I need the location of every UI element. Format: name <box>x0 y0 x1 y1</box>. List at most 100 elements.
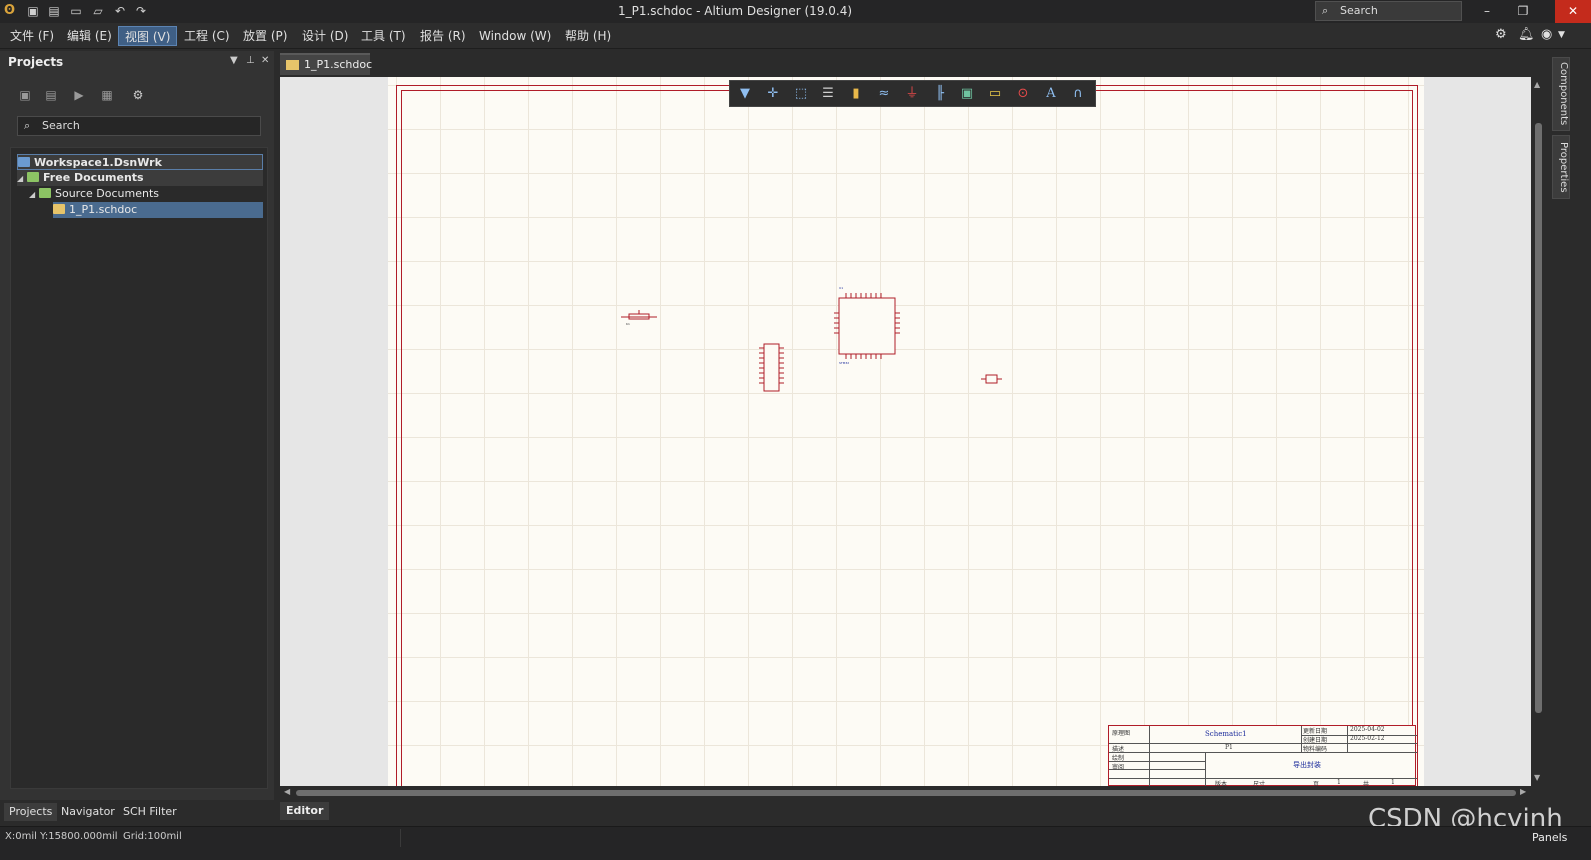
title-block-label-desc: 描述 <box>1112 746 1125 753</box>
sheet-symbol-icon[interactable]: ▣ <box>958 85 976 103</box>
tab-projects[interactable]: Projects <box>4 803 58 821</box>
select-rect-icon[interactable]: ⬚ <box>792 85 810 103</box>
compile-icon[interactable]: ▶ <box>71 88 87 104</box>
window-title: 1_P1.schdoc - Altium Designer (19.0.4) <box>617 4 853 18</box>
arc-icon[interactable]: ∩ <box>1069 85 1087 103</box>
title-block-label-review: 审阅 <box>1112 764 1125 771</box>
horizontal-scrollbar[interactable]: ◀ ▶ <box>280 786 1531 800</box>
status-separator <box>400 829 401 847</box>
panels-button[interactable]: Panels <box>1532 831 1567 844</box>
title-block-sheet: P1 <box>1225 744 1233 751</box>
menu-help[interactable]: 帮助 (H) <box>559 26 617 46</box>
panel-close-icon[interactable]: ✕ <box>261 55 269 66</box>
title-block-label-size: 尺寸 <box>1253 781 1266 786</box>
title-block-label-drawn: 绘制 <box>1112 755 1125 762</box>
settings-gear-icon[interactable]: ⚙ <box>1495 27 1507 42</box>
workspace-label: Workspace1.DsnWrk <box>34 156 162 169</box>
account-dropdown-icon[interactable]: ▼ <box>1558 30 1565 40</box>
source-documents-label: Source Documents <box>55 187 159 200</box>
title-bar: ʘ ▣ ▤ ▭ ▱ ↶ ↷ 1_P1.schdoc - Altium Desig… <box>0 0 1591 23</box>
vertical-scroll-thumb[interactable] <box>1535 123 1542 713</box>
scroll-up-icon[interactable]: ▲ <box>1534 80 1540 89</box>
title-block-label-version: 版本 <box>1215 781 1228 786</box>
status-bar: X:0mil Y:15800.000mil Grid:100mil <box>0 826 1591 860</box>
text-icon[interactable]: A <box>1042 85 1060 103</box>
title-block-label-page: 页 <box>1313 781 1320 786</box>
panel-tabs: Projects Navigator SCH Filter <box>0 803 274 823</box>
component-ic-soic[interactable] <box>759 343 784 392</box>
tree-item-free-documents[interactable]: ◢ Free Documents <box>17 170 263 186</box>
scroll-down-icon[interactable]: ▼ <box>1534 773 1540 782</box>
tab-components[interactable]: Components <box>1552 57 1570 131</box>
filter-icon[interactable]: ▼ <box>736 85 754 103</box>
project-search-input[interactable]: ⌕ Search <box>17 116 261 136</box>
pin-icon[interactable]: ⊥ <box>246 55 255 66</box>
wire-icon[interactable]: ≈ <box>875 85 893 103</box>
menu-tools[interactable]: 工具 (T) <box>355 26 412 46</box>
place-part-icon[interactable]: ▮ <box>847 85 865 103</box>
menu-window[interactable]: Window (W) <box>473 26 557 46</box>
panel-settings-gear-icon[interactable]: ⚙ <box>130 88 146 104</box>
panel-menu-icon[interactable]: ▼ <box>230 55 238 66</box>
schematic-canvas[interactable]: K1 U1 STM32 原理图 Schematic1 更新日期 2025-04-… <box>280 77 1531 786</box>
vertical-scrollbar[interactable]: ▲ ▼ <box>1531 77 1547 786</box>
menu-bar: 文件 (F) 编辑 (E) 视图 (V) 工程 (C) 放置 (P) 设计 (D… <box>0 23 1591 49</box>
save-project-icon[interactable]: ▣ <box>17 88 33 104</box>
user-account-icon[interactable]: ◉ <box>1541 27 1552 42</box>
tree-item-schdoc[interactable]: 1_P1.schdoc <box>53 202 263 218</box>
horizontal-scroll-thumb[interactable] <box>296 790 1516 796</box>
project-options-icon[interactable]: ▦ <box>99 88 115 104</box>
menu-file[interactable]: 文件 (F) <box>4 26 60 46</box>
save-all-project-icon[interactable]: ▤ <box>43 88 59 104</box>
expand-arrow-icon[interactable]: ◢ <box>29 187 39 202</box>
tree-item-workspace[interactable]: Workspace1.DsnWrk <box>17 154 263 170</box>
notifications-bell-icon[interactable]: 🔔︎ <box>1518 27 1535 42</box>
power-port-icon[interactable]: ⏚ <box>903 85 921 103</box>
svg-text:STM32: STM32 <box>839 361 849 365</box>
align-icon[interactable]: ☰ <box>819 85 837 103</box>
status-grid: Grid:100mil <box>123 831 182 842</box>
port-icon[interactable]: ▭ <box>986 85 1004 103</box>
expand-arrow-icon[interactable]: ◢ <box>17 171 27 186</box>
document-tabs: 1_P1.schdoc <box>278 51 1548 76</box>
menu-project[interactable]: 工程 (C) <box>178 26 236 46</box>
menu-edit[interactable]: 编辑 (E) <box>61 26 118 46</box>
title-block-date-updated: 2025-04-02 <box>1350 726 1385 733</box>
schematic-sheet[interactable]: K1 U1 STM32 原理图 Schematic1 更新日期 2025-04-… <box>388 77 1424 786</box>
title-block-page: 1 <box>1337 779 1341 786</box>
directive-icon[interactable]: ⊙ <box>1014 85 1032 103</box>
title-block: 原理图 Schematic1 更新日期 2025-04-02 创建日期 2025… <box>1108 725 1417 786</box>
tab-sch-filter[interactable]: SCH Filter <box>118 803 182 821</box>
schematic-doc-icon <box>286 60 299 70</box>
component-resistor[interactable] <box>981 374 1002 384</box>
right-dock: Components Properties <box>1548 51 1591 800</box>
menu-reports[interactable]: 报告 (R) <box>414 26 472 46</box>
scroll-right-icon[interactable]: ▶ <box>1520 787 1526 796</box>
schematic-components: K1 U1 STM32 <box>621 286 1002 392</box>
title-block-name: 导出封装 <box>1293 761 1321 769</box>
document-tab-schdoc[interactable]: 1_P1.schdoc <box>280 53 372 75</box>
tab-properties[interactable]: Properties <box>1552 135 1570 199</box>
title-block-label-total: 共 <box>1363 781 1370 786</box>
title-block-date-created: 2025-02-12 <box>1350 735 1385 742</box>
move-crosshair-icon[interactable]: ✛ <box>764 85 782 103</box>
tab-navigator[interactable]: Navigator <box>56 803 120 821</box>
schdoc-label: 1_P1.schdoc <box>69 203 138 216</box>
title-block-label-schematic: 原理图 <box>1112 730 1131 737</box>
free-documents-label: Free Documents <box>43 171 144 184</box>
close-button[interactable]: ✕ <box>1555 0 1591 23</box>
editor-tab[interactable]: Editor <box>280 802 330 820</box>
minimize-button[interactable]: – <box>1469 0 1505 23</box>
component-switch[interactable]: K1 <box>621 310 657 326</box>
menu-place[interactable]: 放置 (P) <box>237 26 293 46</box>
tree-item-source-documents[interactable]: ◢ Source Documents <box>29 186 263 202</box>
search-icon: ⌕ <box>1322 4 1329 17</box>
global-search-input[interactable]: ⌕ Search <box>1315 1 1462 21</box>
menu-design[interactable]: 设计 (D) <box>296 26 354 46</box>
menu-view[interactable]: 视图 (V) <box>118 26 178 46</box>
bus-icon[interactable]: ╟ <box>931 85 949 103</box>
search-icon: ⌕ <box>24 119 31 132</box>
component-ic-qfp[interactable]: U1 STM32 <box>834 286 900 365</box>
restore-button[interactable]: ❐ <box>1505 0 1541 23</box>
scroll-left-icon[interactable]: ◀ <box>284 787 290 796</box>
